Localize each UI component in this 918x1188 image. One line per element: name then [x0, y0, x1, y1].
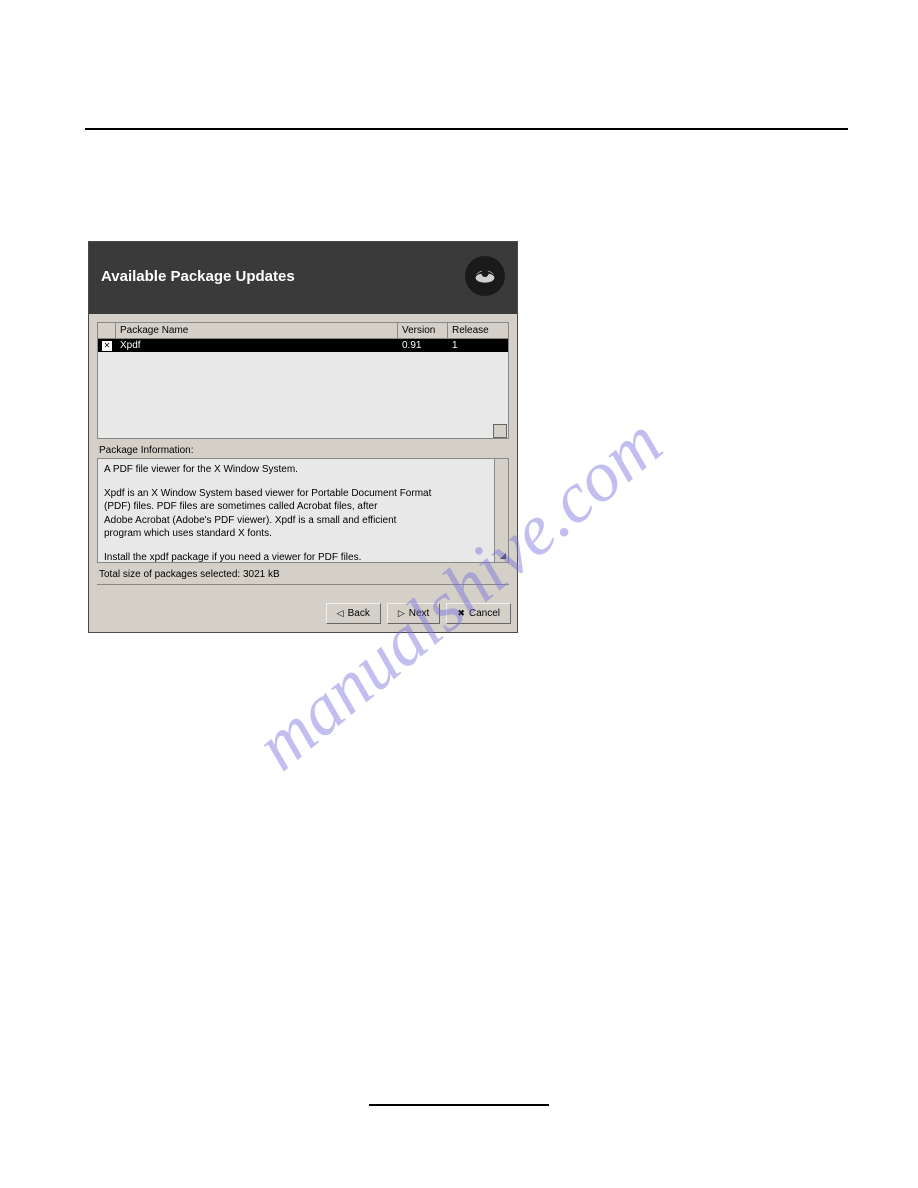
page-top-rule — [85, 128, 848, 130]
info-line: Xpdf is an X Window System based viewer … — [104, 487, 502, 501]
info-line: (PDF) files. PDF files are sometimes cal… — [104, 500, 502, 514]
back-button-label: Back — [348, 608, 370, 619]
column-header-release[interactable]: Release — [448, 323, 508, 338]
table-rows: ✕ Xpdf 0.91 1 — [98, 339, 508, 439]
resize-handle-icon[interactable] — [493, 424, 507, 438]
package-info-label: Package Information: — [99, 445, 509, 456]
back-button[interactable]: ◁ Back — [326, 603, 381, 624]
triangle-right-icon: ▷ — [398, 608, 405, 619]
column-header-check[interactable] — [98, 323, 116, 338]
cancel-button-label: Cancel — [469, 608, 500, 619]
column-header-name[interactable]: Package Name — [116, 323, 398, 338]
scrollbar[interactable] — [494, 459, 508, 562]
cancel-icon: ✖ — [457, 608, 465, 619]
row-checkbox[interactable]: ✕ — [98, 339, 116, 352]
redhat-icon — [465, 256, 505, 296]
package-table: Package Name Version Release ✕ Xpdf 0.91… — [97, 322, 509, 439]
package-info-box: A PDF file viewer for the X Window Syste… — [97, 458, 509, 563]
page-bottom-rule — [369, 1104, 549, 1106]
table-header: Package Name Version Release — [98, 323, 508, 339]
info-line: A PDF file viewer for the X Window Syste… — [104, 463, 502, 477]
button-row: ◁ Back ▷ Next ✖ Cancel — [89, 599, 517, 632]
info-line: Adobe Acrobat (Adobe's PDF viewer). Xpdf… — [104, 514, 502, 528]
row-release: 1 — [448, 339, 508, 352]
check-icon: ✕ — [102, 341, 112, 351]
column-header-version[interactable]: Version — [398, 323, 448, 338]
triangle-left-icon: ◁ — [337, 608, 344, 619]
dialog-titlebar: Available Package Updates — [89, 242, 517, 314]
divider — [97, 584, 509, 585]
dialog-body: Package Name Version Release ✕ Xpdf 0.91… — [89, 314, 517, 599]
cancel-button[interactable]: ✖ Cancel — [446, 603, 511, 624]
total-size-label: Total size of packages selected: 3021 kB — [99, 569, 509, 580]
update-dialog: Available Package Updates Package Name V… — [88, 241, 518, 633]
table-row[interactable]: ✕ Xpdf 0.91 1 — [98, 339, 508, 352]
info-line: program which uses standard X fonts. — [104, 527, 502, 541]
next-button-label: Next — [409, 608, 430, 619]
dialog-title: Available Package Updates — [101, 268, 295, 285]
info-line: Install the xpdf package if you need a v… — [104, 551, 502, 565]
next-button[interactable]: ▷ Next — [387, 603, 440, 624]
row-version: 0.91 — [398, 339, 448, 352]
row-name: Xpdf — [116, 339, 398, 352]
